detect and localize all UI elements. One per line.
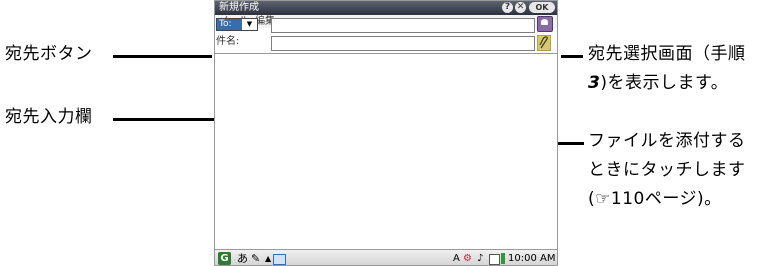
callout-address-book: 宛先選択画面（手順 3)を表示します。 — [588, 40, 746, 98]
ime-indicator[interactable]: あ — [237, 250, 248, 265]
keyboard-icon[interactable] — [273, 254, 286, 265]
to-button-label: To: — [217, 19, 242, 30]
window-title: 新規作成 — [219, 2, 259, 13]
callout-to-button: 宛先ボタン — [5, 44, 93, 64]
callout-address-book-line2: 3)を表示します。 — [588, 69, 746, 98]
chevron-down-icon: ▼ — [246, 20, 253, 28]
speaker-icon[interactable]: ♪ — [477, 250, 483, 265]
title-bar: 新規作成 ? ✕ OK — [215, 1, 557, 15]
callout-attach-line3: (☞110ページ)。 — [588, 189, 722, 209]
paperclip-icon[interactable] — [537, 35, 551, 51]
clock[interactable]: 10:00 AM — [508, 250, 555, 265]
leader-line-to-button — [113, 55, 212, 58]
help-button[interactable]: ? — [502, 2, 513, 13]
message-body[interactable] — [215, 53, 557, 249]
up-arrow-icon[interactable]: ▲ — [265, 250, 271, 265]
callout-step-number: 3 — [588, 73, 601, 93]
display-icon[interactable] — [489, 254, 500, 265]
start-icon[interactable]: G — [218, 252, 231, 265]
taskbar: G あ ✎ ▲ A ⚙ ♪ 10:00 AM — [215, 249, 557, 265]
callout-attach: ファイルを添付する ときにタッチします (☞110ページ)。 — [588, 127, 746, 214]
tray-a-label: A — [453, 253, 460, 264]
leader-line-address-book — [561, 55, 583, 58]
to-input[interactable] — [271, 18, 535, 33]
callout-address-book-rest: )を表示します。 — [600, 73, 729, 93]
callout-address-book-line1: 宛先選択画面（手順 — [588, 44, 746, 64]
subject-input[interactable] — [271, 36, 535, 51]
address-book-icon[interactable] — [537, 16, 553, 32]
battery-icon[interactable] — [501, 253, 505, 264]
to-button[interactable]: To: ▼ — [216, 18, 258, 31]
callout-to-input: 宛先入力欄 — [5, 107, 93, 127]
callout-attach-line1: ファイルを添付する — [588, 131, 746, 151]
subject-label: 件名: — [216, 36, 240, 47]
device-screen: 新規作成 ? ✕ OK メール 編集 To: ▼ 件名: G あ ✎ ▲ A ⚙… — [214, 0, 558, 266]
ok-button[interactable]: OK — [529, 2, 555, 13]
close-button[interactable]: ✕ — [515, 2, 526, 13]
connection-icon[interactable]: ⚙ — [463, 250, 472, 265]
callout-attach-line2: ときにタッチします — [588, 160, 746, 180]
pen-icon[interactable]: ✎ — [251, 250, 260, 265]
